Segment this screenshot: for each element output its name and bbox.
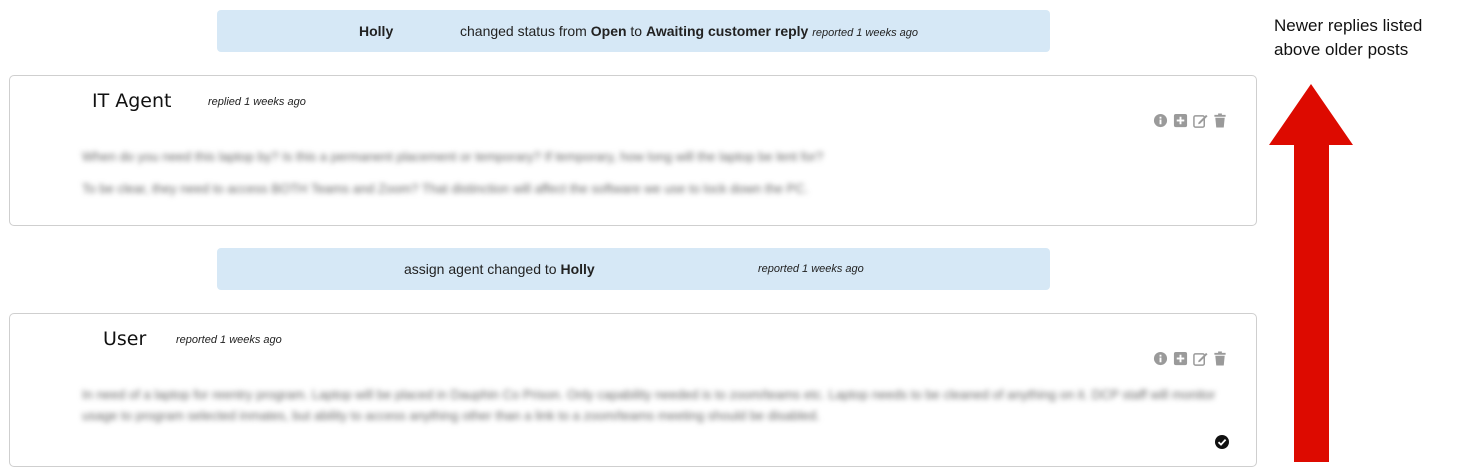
- trash-icon[interactable]: [1213, 351, 1228, 366]
- edit-icon[interactable]: [1193, 113, 1208, 128]
- reply-paragraph: In need of a laptop for reentry program.…: [82, 387, 1216, 423]
- event-description: changed status from Open to Awaiting cus…: [460, 23, 918, 39]
- reply-card: IT Agent replied 1 weeks ago When do you…: [9, 75, 1257, 226]
- to-word: to: [630, 23, 643, 39]
- check-circle-icon[interactable]: [1215, 435, 1229, 449]
- reply-time: replied 1 weeks ago: [208, 96, 306, 108]
- assign-agent-event: assign agent changed to Holly reported 1…: [217, 248, 1050, 290]
- reply-body: In need of a laptop for reentry program.…: [82, 384, 1232, 437]
- up-arrow-icon: [1269, 84, 1353, 462]
- add-icon[interactable]: [1173, 351, 1188, 366]
- reply-body: When do you need this laptop by? Is this…: [82, 146, 1232, 210]
- to-status: Awaiting customer reply: [646, 23, 809, 39]
- event-time: reported 1 weeks ago: [812, 27, 919, 39]
- add-icon[interactable]: [1173, 113, 1188, 128]
- annotation-line: above older posts: [1274, 40, 1409, 59]
- reply-paragraph: To be clear, they need to access BOTH Te…: [82, 181, 809, 196]
- reply-author[interactable]: User: [103, 328, 146, 350]
- event-actor[interactable]: Holly: [359, 23, 393, 39]
- annotation-note: Newer replies listed above older posts: [1274, 14, 1422, 62]
- reply-time: reported 1 weeks ago: [176, 334, 282, 346]
- event-description: assign agent changed to Holly: [404, 261, 595, 277]
- event-text: assign agent changed to: [404, 261, 557, 277]
- reply-paragraph: When do you need this laptop by? Is this…: [82, 149, 824, 164]
- event-time: reported 1 weeks ago: [758, 263, 864, 275]
- info-icon[interactable]: [1153, 351, 1168, 366]
- status-change-event: Holly changed status from Open to Awaiti…: [217, 10, 1050, 52]
- reply-author[interactable]: IT Agent: [92, 90, 172, 112]
- annotation-line: Newer replies listed: [1274, 16, 1423, 35]
- reply-actions: [1153, 113, 1228, 128]
- event-text: changed status from: [460, 23, 587, 39]
- reply-actions: [1153, 351, 1228, 366]
- from-status: Open: [590, 23, 627, 39]
- trash-icon[interactable]: [1213, 113, 1228, 128]
- event-actor[interactable]: Holly: [560, 261, 594, 277]
- edit-icon[interactable]: [1193, 351, 1208, 366]
- reply-card: User reported 1 weeks ago In need of a l…: [9, 313, 1257, 467]
- info-icon[interactable]: [1153, 113, 1168, 128]
